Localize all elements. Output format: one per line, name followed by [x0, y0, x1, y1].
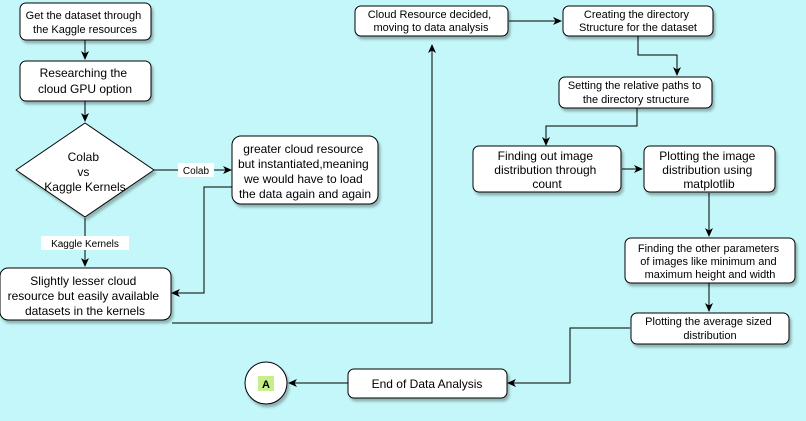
node-end-of-analysis: End of Data Analysis	[347, 368, 508, 399]
edge-label-colab: Colab	[178, 163, 214, 177]
node-relative-paths: Setting the relative paths to the direct…	[558, 76, 713, 109]
edge-colab-result-to-kaggle-result	[171, 186, 232, 297]
flowchart: Colab Kaggle Kernels Get the dataset thr…	[0, 2, 796, 405]
node-other-parameters: Finding the other parameters of images l…	[624, 237, 796, 284]
svg-text:Colab: Colab	[183, 166, 210, 177]
edge-label-kaggle-kernels: Kaggle Kernels	[41, 236, 129, 250]
edge-relative-paths-to-image-distribution	[542, 108, 638, 146]
flowchart-canvas: Colab Kaggle Kernels Get the dataset thr…	[0, 0, 806, 416]
svg-text:Finding the other parameters: Finding the other parameters of images l…	[638, 243, 782, 281]
node-decision-colab-vs-kaggle: Colab vs Kaggle Kernels	[15, 122, 155, 218]
svg-text:greater cloud resource b: greater cloud resource but instantiated,…	[238, 142, 372, 201]
node-connector-a: A	[244, 361, 288, 405]
svg-text:Kaggle Kernels: Kaggle Kernels	[51, 239, 119, 250]
node-create-directory: Creating the directory Structure for the…	[562, 5, 714, 37]
edge-plot-average-to-end-analysis	[507, 327, 630, 387]
node-cloud-decided: Cloud Resource decided, moving to data a…	[354, 5, 509, 37]
node-research-gpu: Researching the cloud GPU option	[19, 60, 152, 102]
node-get-dataset: Get the dataset through the Kaggle resou…	[19, 2, 152, 41]
node-colab-result: greater cloud resource but instantiated,…	[231, 135, 379, 205]
svg-text:Creating the directory S: Creating the directory Structure for the…	[579, 9, 697, 34]
svg-text:Slightly lesser cloud re: Slightly lesser cloud resource but easil…	[8, 274, 163, 318]
node-kaggle-result: Slightly lesser cloud resource but easil…	[0, 267, 172, 321]
svg-text:A: A	[262, 379, 270, 391]
svg-text:End of Data Analysis: End of Data Analysis	[372, 377, 483, 391]
edges	[81, 17, 713, 387]
node-image-distribution: Finding out image distribution through c…	[472, 145, 622, 193]
edge-create-dir-to-relative-paths	[637, 36, 681, 76]
svg-text:Cloud Resource decided,: Cloud Resource decided, moving to data a…	[368, 9, 495, 34]
node-plot-distribution: Plotting the image distribution using ma…	[643, 145, 776, 193]
node-plot-average: Plotting the average sized distribution	[630, 312, 790, 345]
